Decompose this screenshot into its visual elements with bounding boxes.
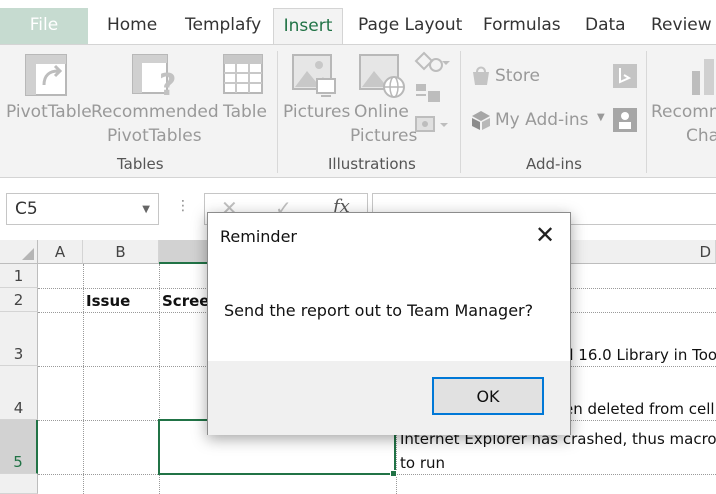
- dialog-title: Reminder: [220, 227, 297, 246]
- pictures-icon: [292, 54, 336, 97]
- row-header-1[interactable]: 1: [0, 264, 38, 288]
- close-icon[interactable]: ✕: [530, 221, 560, 251]
- people-graph-icon[interactable]: [612, 107, 638, 133]
- shapes-icon[interactable]: [414, 51, 454, 75]
- select-all-icon: [22, 248, 34, 260]
- recommended-charts-icon: [692, 59, 714, 95]
- recommended-pivottables-label-1: Recommended: [91, 102, 219, 122]
- table-label: Table: [223, 102, 267, 122]
- fill-handle[interactable]: [390, 470, 397, 477]
- group-separator: [277, 51, 278, 173]
- dialog-message: Send the report out to Team Manager?: [224, 301, 534, 320]
- tab-data[interactable]: Data: [585, 8, 626, 44]
- recommended-charts-label-1: Recomm: [651, 102, 716, 122]
- recommended-charts-label-2: Cha: [686, 126, 716, 146]
- bing-maps-icon[interactable]: [612, 63, 638, 89]
- more-options-icon[interactable]: ⋮: [176, 198, 190, 214]
- select-all-button[interactable]: [0, 240, 38, 264]
- screenshot-icon[interactable]: [414, 113, 454, 137]
- reminder-dialog: Reminder ✕ Send the report out to Team M…: [207, 212, 571, 435]
- online-pictures-icon: [359, 54, 405, 98]
- tab-insert[interactable]: Insert: [273, 8, 343, 44]
- tab-file[interactable]: File: [0, 8, 88, 44]
- row-header-4[interactable]: 4: [0, 366, 38, 420]
- tab-templafy[interactable]: Templafy: [185, 8, 261, 44]
- group-separator: [460, 51, 461, 173]
- my-addins-label: My Add-ins: [495, 110, 589, 130]
- cell-d5-line-2[interactable]: to run: [400, 454, 445, 472]
- pictures-label: Pictures: [283, 102, 351, 122]
- column-header-b[interactable]: B: [83, 240, 159, 264]
- pivottable-icon: [25, 54, 67, 96]
- online-pictures-label-2: Pictures: [350, 126, 418, 146]
- cell-d4[interactable]: en deleted from cell I: [564, 400, 716, 418]
- ok-button[interactable]: OK: [432, 377, 544, 415]
- group-separator: [646, 51, 647, 173]
- tab-formulas[interactable]: Formulas: [483, 8, 561, 44]
- column-header-a[interactable]: A: [38, 240, 83, 264]
- row-header-6[interactable]: [0, 474, 38, 494]
- recommended-pivottables-icon: ?: [132, 54, 176, 99]
- row-header-3[interactable]: 3: [0, 312, 38, 366]
- row-header-5[interactable]: 5: [0, 420, 38, 474]
- my-addins-dropdown-icon: ▼: [597, 112, 605, 123]
- tab-page-layout[interactable]: Page Layout: [358, 8, 462, 44]
- ribbon-insert-panel: PivotTable ? Recommended PivotTables Tab…: [0, 44, 716, 178]
- row-header-2[interactable]: 2: [0, 288, 38, 312]
- svg-text:?: ?: [159, 68, 176, 99]
- tab-home[interactable]: Home: [107, 8, 157, 44]
- cell-d3[interactable]: d 16.0 Library in Tool: [564, 346, 716, 364]
- pivottable-label: PivotTable: [6, 102, 92, 122]
- my-addins-icon: [472, 111, 490, 130]
- name-box-value: C5: [15, 199, 38, 219]
- smartart-icon[interactable]: [414, 81, 442, 105]
- ribbon-tab-bar: File Home Templafy Insert Page Layout Fo…: [0, 0, 716, 44]
- cell-b2[interactable]: Issue: [86, 292, 130, 310]
- chevron-down-icon[interactable]: ▼: [142, 204, 150, 215]
- store-icon: [473, 66, 489, 85]
- gridline: [83, 264, 84, 494]
- tables-group-label: Tables: [117, 155, 164, 173]
- table-icon: [223, 54, 263, 94]
- cell-c2[interactable]: Scree: [162, 292, 209, 310]
- name-box[interactable]: C5 ▼: [6, 193, 159, 225]
- illustrations-group-label: Illustrations: [328, 155, 416, 173]
- addins-group-label: Add-ins: [526, 155, 582, 173]
- store-label: Store: [495, 66, 540, 86]
- recommended-pivottables-label-2: PivotTables: [107, 126, 202, 146]
- online-pictures-label-1: Online: [354, 102, 409, 122]
- dialog-footer: OK: [208, 361, 570, 435]
- tab-review[interactable]: Review: [651, 8, 712, 44]
